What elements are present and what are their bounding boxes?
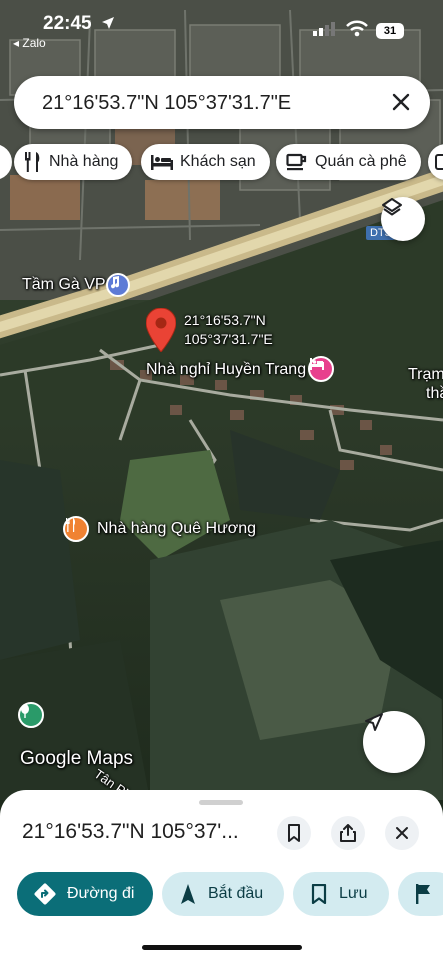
start-label: Bắt đầu <box>208 885 264 902</box>
more-action-button[interactable] <box>398 872 443 916</box>
pin-coord-line2: 105°37'31.7"E <box>184 331 273 347</box>
location-arrow-icon <box>102 17 114 29</box>
bed-icon[interactable] <box>308 356 334 382</box>
bookmark-icon <box>311 884 327 904</box>
place-label-tram-2[interactable]: thầ <box>426 385 443 403</box>
close-icon[interactable] <box>390 91 412 113</box>
chip-label: Nhà hàng <box>49 153 119 170</box>
bookmark-button[interactable] <box>277 816 311 850</box>
music-icon[interactable] <box>106 273 130 297</box>
share-icon <box>340 824 356 842</box>
park-icon[interactable] <box>18 702 44 728</box>
chip-hotels[interactable]: Khách sạn <box>141 144 270 180</box>
partial-icon <box>435 154 443 170</box>
chip-restaurants[interactable]: Nhà hàng <box>14 144 133 180</box>
close-icon <box>396 827 408 839</box>
bookmark-icon <box>288 824 300 842</box>
navigation-icon <box>181 884 195 904</box>
home-indicator <box>142 945 302 950</box>
bed-icon <box>151 155 173 170</box>
cellular-signal-icon <box>313 22 335 36</box>
sheet-title: 21°16'53.7"N 105°37'... <box>22 820 239 843</box>
start-button[interactable]: Bắt đầu <box>162 872 284 916</box>
clock: 22:45 <box>43 13 92 34</box>
my-location-button[interactable] <box>363 711 425 773</box>
pin-coord-line1: 21°16'53.7"N <box>184 312 266 328</box>
status-bar: 22:45 ◂ Zalo 31 <box>0 0 443 50</box>
save-button[interactable]: Lưu <box>293 872 389 916</box>
close-sheet-button[interactable] <box>385 816 419 850</box>
place-label-tram[interactable]: Trạm <box>408 366 443 384</box>
chip-label: Khách sạn <box>180 153 256 170</box>
wifi-icon <box>346 20 368 37</box>
fork-knife-icon <box>25 152 40 172</box>
back-to-app-link[interactable]: ◂ Zalo <box>13 36 46 50</box>
battery-indicator: 31 <box>376 23 404 39</box>
place-label-nha-nghi[interactable]: Nhà nghỉ Huyền Trang <box>146 361 306 379</box>
directions-icon <box>34 883 56 905</box>
share-button[interactable] <box>331 816 365 850</box>
chip-label: Quán cà phê <box>315 153 407 170</box>
navigation-arrow-icon <box>365 713 383 731</box>
place-label-nha-hang[interactable]: Nhà hàng Quê Hương <box>97 520 256 538</box>
search-bar[interactable]: 21°16'53.7"N 105°37'31.7"E <box>14 76 430 129</box>
bottom-sheet[interactable]: 21°16'53.7"N 105°37'... Đường đi Bắt đầu… <box>0 790 443 960</box>
search-query[interactable]: 21°16'53.7"N 105°37'31.7"E <box>42 92 291 115</box>
save-label: Lưu <box>339 885 368 902</box>
layers-icon <box>382 198 402 216</box>
drag-handle[interactable] <box>199 800 243 805</box>
directions-button[interactable]: Đường đi <box>17 872 153 916</box>
directions-label: Đường đi <box>67 885 135 902</box>
google-maps-logo: Google Maps <box>20 748 134 769</box>
layers-button[interactable] <box>381 197 425 241</box>
chip-cafes[interactable]: Quán cà phê <box>276 144 421 180</box>
place-label-tam-ga[interactable]: Tầm Gà VP <box>22 276 106 294</box>
flag-icon <box>416 884 430 904</box>
coffee-cup-icon <box>286 153 307 171</box>
location-pin-icon[interactable] <box>146 308 176 352</box>
restaurant-icon[interactable] <box>63 516 89 542</box>
